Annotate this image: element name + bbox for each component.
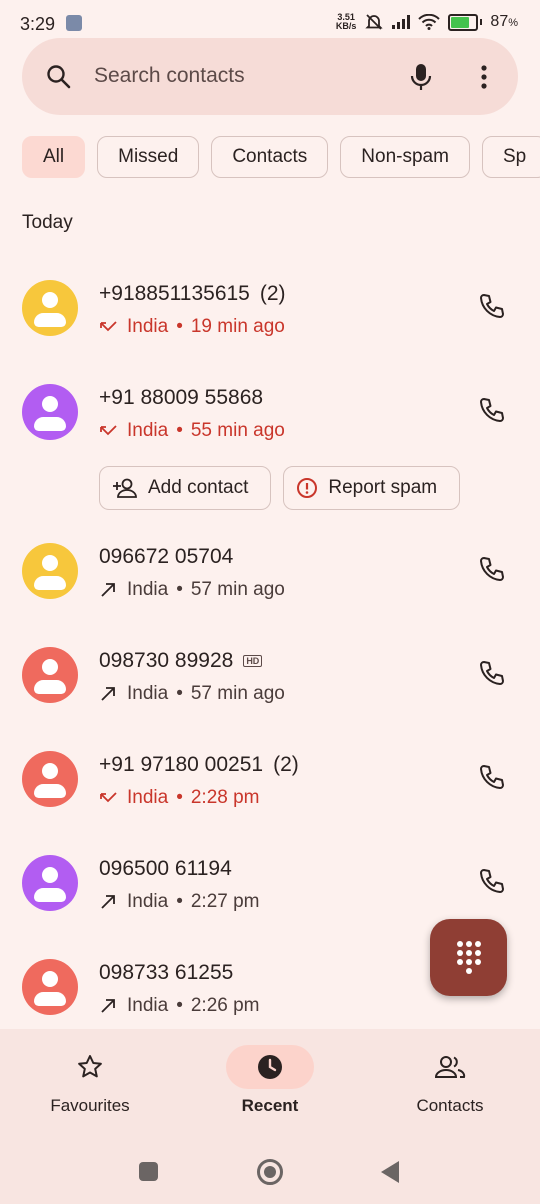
filter-chip-contacts[interactable]: Contacts (211, 136, 329, 178)
report-spam-button[interactable]: Report spam (283, 466, 461, 510)
avatar[interactable] (22, 855, 78, 911)
add-contact-button[interactable]: Add contact (99, 466, 272, 510)
star-icon (78, 1055, 102, 1078)
clock-icon (258, 1055, 282, 1079)
call-number: 098730 89928 HD (99, 649, 263, 673)
nav-favourites[interactable]: Favourites (0, 1029, 180, 1140)
missed-call-icon (100, 792, 117, 803)
status-time: 3:29 (20, 14, 56, 34)
filter-chip-non-spam[interactable]: Non-spam (340, 136, 470, 178)
filter-chip-missed[interactable]: Missed (97, 136, 200, 178)
outgoing-call-icon (101, 583, 115, 597)
people-icon (434, 1056, 466, 1078)
hd-badge: HD (243, 655, 263, 667)
call-log-item[interactable]: 096672 05704 India • 57 min ago (0, 543, 540, 647)
avatar[interactable] (22, 384, 78, 440)
add-person-icon (113, 478, 137, 498)
recents-square-icon[interactable] (139, 1162, 158, 1181)
phone-icon[interactable] (478, 396, 506, 424)
phone-icon[interactable] (478, 555, 506, 583)
filter-chips: All Missed Contacts Non-spam Sp (22, 136, 540, 178)
mic-icon[interactable] (410, 62, 432, 92)
avatar[interactable] (22, 647, 78, 703)
missed-call-icon (100, 321, 117, 332)
section-header-today: Today (22, 212, 73, 233)
missed-call-icon (100, 425, 117, 436)
battery-icon (448, 13, 483, 31)
battery-level: 87% (490, 13, 518, 30)
call-number: 098733 61255 (99, 961, 234, 984)
home-circle-icon[interactable] (257, 1159, 283, 1185)
wrench-icon (66, 15, 82, 31)
status-icons: 3.51 KB/s 87% (336, 12, 518, 32)
phone-icon[interactable] (478, 867, 506, 895)
wifi-icon (418, 14, 441, 30)
filter-chip-all[interactable]: All (22, 136, 86, 178)
avatar[interactable] (22, 751, 78, 807)
more-options-icon[interactable] (480, 64, 488, 90)
outgoing-call-icon (101, 895, 115, 909)
silent-bell-icon (365, 14, 384, 30)
outgoing-call-icon (101, 999, 115, 1013)
call-number: +918851135615 (2) (99, 282, 286, 305)
search-bar[interactable]: Search contacts (22, 38, 518, 115)
call-meta: India • 2:26 pm (99, 995, 260, 1017)
back-triangle-icon[interactable] (381, 1161, 399, 1183)
call-number: +91 97180 00251 (2) (99, 753, 299, 776)
call-meta: India • 2:27 pm (99, 891, 260, 913)
search-icon (47, 65, 71, 89)
phone-icon[interactable] (478, 763, 506, 791)
avatar[interactable] (22, 543, 78, 599)
nav-contacts[interactable]: Contacts (360, 1029, 540, 1140)
call-meta: India • 19 min ago (99, 316, 285, 338)
call-meta: India • 2:28 pm (99, 787, 260, 809)
dialpad-icon (457, 941, 481, 974)
network-speed-unit: KB/s (335, 21, 357, 31)
system-navigation-bar (0, 1140, 540, 1204)
call-meta: India • 55 min ago (99, 420, 285, 442)
call-number: 096672 05704 (99, 545, 234, 568)
bottom-navigation: Favourites Recent Contacts (0, 1029, 540, 1140)
call-number: +91 88009 55868 (99, 386, 264, 409)
call-log-item[interactable]: +91 97180 00251 (2) India • 2:28 pm (0, 751, 540, 855)
phone-icon[interactable] (478, 659, 506, 687)
avatar[interactable] (22, 959, 78, 1015)
network-speed: 3.51 KB/s (336, 13, 357, 31)
signal-icon (392, 15, 411, 29)
report-icon (297, 478, 318, 498)
nav-recent[interactable]: Recent (180, 1029, 360, 1140)
call-actions: Add contact Report spam (99, 466, 461, 510)
call-log-item[interactable]: +918851135615 (2) India • 19 min ago (0, 280, 540, 384)
phone-icon[interactable] (478, 292, 506, 320)
search-input[interactable]: Search contacts (94, 64, 245, 88)
call-meta: India • 57 min ago (99, 579, 285, 601)
call-meta: India • 57 min ago (99, 683, 285, 705)
filter-chip-spam[interactable]: Sp (481, 136, 540, 178)
outgoing-call-icon (101, 687, 115, 701)
dialpad-button[interactable] (430, 919, 507, 996)
avatar[interactable] (22, 280, 78, 336)
call-log-item[interactable]: 098730 89928 HD India • 57 min ago (0, 647, 540, 751)
call-number: 096500 61194 (99, 857, 232, 880)
